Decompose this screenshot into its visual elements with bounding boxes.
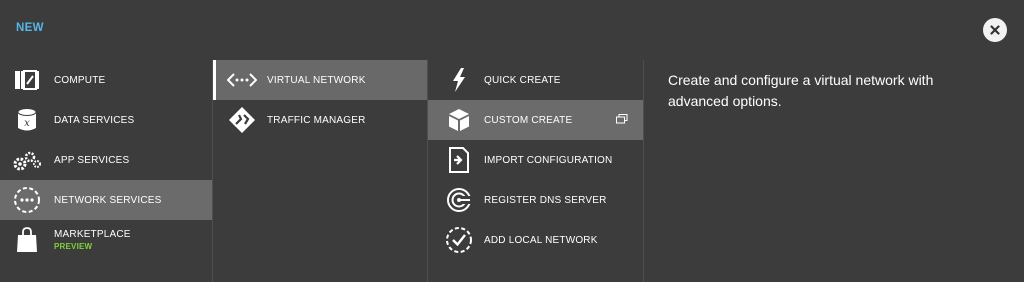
network-icon: [12, 185, 42, 215]
category-label: MARKETPLACE: [54, 229, 131, 240]
category-list: COMPUTE x DATA SERVICES APP SERVICES NET…: [0, 60, 212, 260]
category-label: NETWORK SERVICES: [54, 194, 162, 206]
preview-badge: PREVIEW: [54, 242, 93, 251]
database-icon: x: [12, 105, 42, 135]
category-app-services[interactable]: APP SERVICES: [0, 140, 212, 180]
close-button[interactable]: [983, 18, 1007, 42]
service-traffic-manager[interactable]: TRAFFIC MANAGER: [213, 100, 428, 140]
service-label: TRAFFIC MANAGER: [267, 114, 366, 126]
action-label: QUICK CREATE: [484, 74, 561, 86]
action-label: REGISTER DNS SERVER: [484, 194, 607, 206]
category-label: COMPUTE: [54, 74, 106, 86]
category-marketplace[interactable]: MARKETPLACE PREVIEW: [0, 220, 212, 260]
close-icon: [990, 25, 1000, 35]
category-data-services[interactable]: x DATA SERVICES: [0, 100, 212, 140]
svg-text:x: x: [24, 118, 30, 129]
shopping-bag-icon: [12, 225, 42, 255]
action-register-dns-server[interactable]: REGISTER DNS SERVER: [428, 180, 643, 220]
service-label: VIRTUAL NETWORK: [267, 74, 366, 86]
service-virtual-network[interactable]: VIRTUAL NETWORK: [213, 60, 428, 100]
import-icon: [444, 145, 474, 175]
virtual-network-icon: [227, 65, 257, 95]
category-compute[interactable]: COMPUTE: [0, 60, 212, 100]
action-label: CUSTOM CREATE: [484, 114, 573, 126]
popout-icon[interactable]: [616, 114, 628, 127]
package-icon: [444, 105, 474, 135]
action-quick-create[interactable]: QUICK CREATE: [428, 60, 643, 100]
local-network-check-icon: [444, 225, 474, 255]
action-list: QUICK CREATE CUSTOM CREATE IMPORT CONFIG…: [427, 60, 644, 282]
page-title: NEW: [16, 22, 44, 34]
category-network-services[interactable]: NETWORK SERVICES: [0, 180, 212, 220]
action-label: IMPORT CONFIGURATION: [484, 154, 613, 166]
traffic-manager-icon: [227, 105, 257, 135]
action-custom-create[interactable]: CUSTOM CREATE: [428, 100, 643, 140]
action-label: ADD LOCAL NETWORK: [484, 234, 598, 246]
category-label: APP SERVICES: [54, 154, 130, 166]
action-description: Create and configure a virtual network w…: [668, 72, 934, 109]
category-label: DATA SERVICES: [54, 114, 135, 126]
compute-icon: [12, 65, 42, 95]
action-add-local-network[interactable]: ADD LOCAL NETWORK: [428, 220, 643, 260]
service-list: VIRTUAL NETWORK TRAFFIC MANAGER: [212, 60, 428, 282]
lightning-icon: [444, 65, 474, 95]
action-import-configuration[interactable]: IMPORT CONFIGURATION: [428, 140, 643, 180]
dns-server-icon: [444, 185, 474, 215]
gears-icon: [12, 145, 42, 175]
